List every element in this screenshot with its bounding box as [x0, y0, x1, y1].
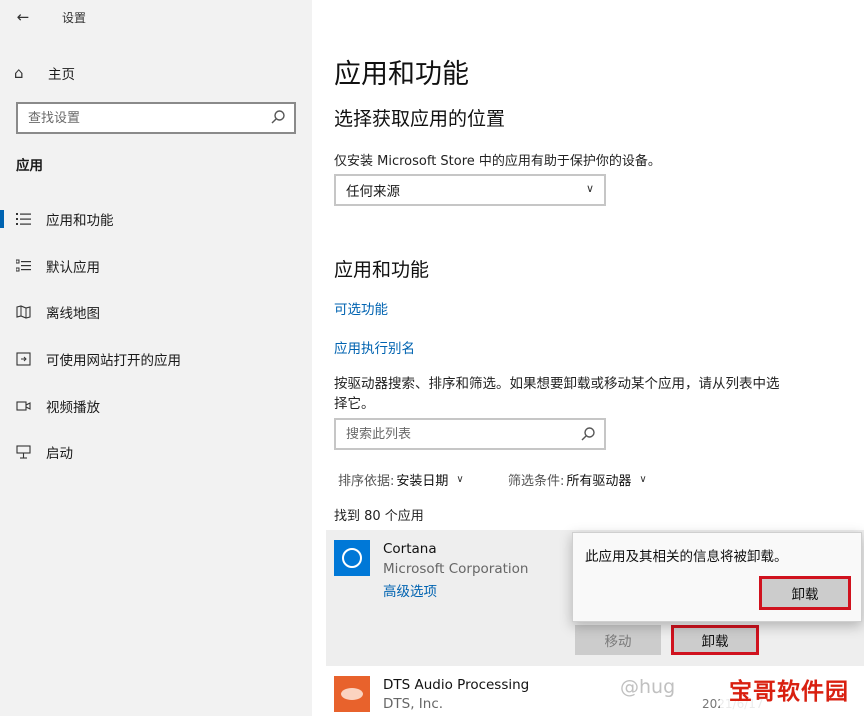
video-icon [0, 399, 46, 413]
app-list-search-box [334, 418, 606, 450]
title-bar: ← 设置 [0, 0, 312, 34]
sidebar-item-video-playback[interactable]: 视频播放 [0, 392, 312, 420]
dts-audio-icon [334, 676, 370, 712]
sidebar-item-label: 默认应用 [46, 260, 100, 276]
window-title: 设置 [62, 11, 87, 25]
sidebar-item-label: 视频播放 [46, 400, 100, 416]
open-window-icon [0, 352, 46, 366]
sidebar-item-label: 启动 [46, 446, 73, 462]
optional-features-link[interactable]: 可选功能 [334, 298, 388, 318]
app-alias-link[interactable]: 应用执行别名 [334, 337, 415, 357]
source-section-heading: 选择获取应用的位置 [334, 108, 506, 130]
app-source-dropdown[interactable]: 任何来源 ∨ [334, 174, 606, 206]
flyout-message: 此应用及其相关的信息将被卸载。 [585, 549, 788, 565]
home-label: 主页 [48, 67, 75, 83]
filter-dropdown[interactable]: 筛选条件: 所有驱动器 ∨ [508, 470, 647, 489]
app-source-selected: 任何来源 [346, 184, 400, 200]
sidebar-item-startup[interactable]: 启动 [0, 438, 312, 466]
startup-icon [0, 445, 46, 459]
sort-value: 安装日期 [396, 474, 449, 489]
sidebar-item-label: 应用和功能 [46, 213, 114, 229]
search-icon[interactable] [270, 109, 286, 125]
chevron-down-icon: ∨ [585, 182, 594, 195]
list-check-icon [0, 259, 46, 273]
sidebar-item-web-apps[interactable]: 可使用网站打开的应用 [0, 345, 312, 373]
app-publisher: DTS, Inc. [383, 696, 444, 712]
uninstall-button[interactable]: 卸载 [671, 625, 759, 655]
search-icon[interactable] [580, 426, 596, 442]
apps-found-count: 找到 80 个应用 [334, 509, 424, 524]
move-button[interactable]: 移动 [575, 625, 661, 655]
home-icon: ⌂ [14, 64, 24, 82]
filter-value: 所有驱动器 [566, 474, 632, 489]
apps-section-heading: 应用和功能 [334, 259, 430, 281]
sidebar-item-label: 可使用网站打开的应用 [46, 353, 181, 369]
map-icon [0, 305, 46, 319]
settings-search-input[interactable] [18, 110, 258, 126]
app-publisher: Microsoft Corporation [383, 561, 529, 577]
confirm-uninstall-button[interactable]: 卸载 [759, 576, 851, 610]
sort-label: 排序依据: [338, 474, 395, 489]
watermark-text: @hug [620, 676, 676, 698]
sidebar-item-label: 离线地图 [46, 306, 100, 322]
cortana-icon [334, 540, 370, 576]
app-name: Cortana [383, 541, 437, 557]
watermark-logo: 宝哥软件园 [720, 668, 858, 710]
sort-dropdown[interactable]: 排序依据: 安装日期 ∨ [338, 470, 464, 489]
source-section-description: 仅安装 Microsoft Store 中的应用有助于保护你的设备。 [334, 154, 661, 169]
sidebar-item-default-apps[interactable]: 默认应用 [0, 252, 312, 280]
apps-section-description: 按驱动器搜索、排序和筛选。如果想要卸载或移动某个应用，请从列表中选择它。 [334, 376, 780, 412]
page-title: 应用和功能 [334, 59, 469, 90]
filter-label: 筛选条件: [508, 474, 565, 489]
app-list-search-input[interactable] [336, 426, 566, 442]
advanced-options-link[interactable]: 高级选项 [383, 580, 437, 600]
uninstall-confirm-flyout: 此应用及其相关的信息将被卸载。 卸载 [572, 532, 862, 622]
sidebar-item-apps-features[interactable]: 应用和功能 [0, 205, 312, 233]
sidebar-item-offline-maps[interactable]: 离线地图 [0, 298, 312, 326]
chevron-down-icon: ∨ [639, 474, 647, 485]
list-icon [0, 212, 46, 226]
sidebar: ← 设置 ⌂ 主页 应用 应用和功能 默认应用 离线地图 可 [0, 0, 312, 716]
sidebar-section-title: 应用 [16, 158, 43, 174]
chevron-down-icon: ∨ [456, 474, 464, 485]
settings-search-box [16, 102, 296, 134]
app-name: DTS Audio Processing [383, 677, 530, 693]
sidebar-home[interactable]: ⌂ 主页 [14, 60, 75, 86]
back-arrow-icon[interactable]: ← [10, 6, 36, 28]
